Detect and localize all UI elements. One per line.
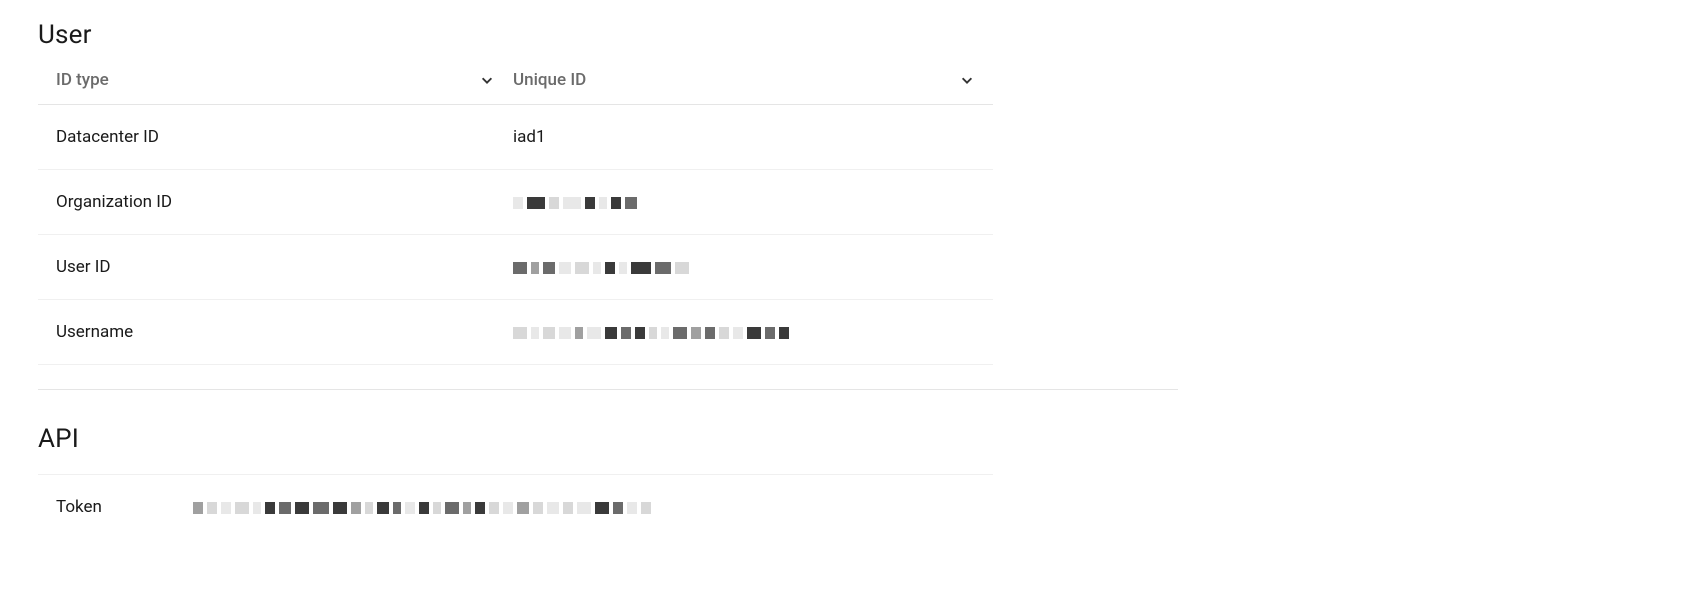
api-row-value-redacted xyxy=(193,497,993,517)
api-row-label: Token xyxy=(38,497,193,517)
row-value-redacted xyxy=(513,322,993,342)
api-row: Token xyxy=(38,474,993,539)
user-section-title: User xyxy=(38,20,1661,50)
table-row: User ID xyxy=(38,235,993,300)
api-section: API Token xyxy=(38,424,1661,539)
header-unique-id[interactable]: Unique ID xyxy=(513,70,993,90)
row-label: Organization ID xyxy=(38,192,513,212)
table-row: Datacenter ID iad1 xyxy=(38,105,993,170)
section-divider xyxy=(38,389,1178,390)
redacted-value xyxy=(193,502,651,514)
row-label: Username xyxy=(38,322,513,342)
user-table-header: ID type Unique ID xyxy=(38,70,993,105)
row-value-redacted xyxy=(513,192,993,212)
row-label: User ID xyxy=(38,257,513,277)
row-value-redacted xyxy=(513,257,993,277)
chevron-down-icon xyxy=(959,72,975,88)
redacted-value xyxy=(513,197,637,209)
api-section-title: API xyxy=(38,424,1661,454)
redacted-value xyxy=(513,327,789,339)
row-label: Datacenter ID xyxy=(38,127,513,147)
redacted-value xyxy=(513,262,689,274)
header-id-type-label: ID type xyxy=(56,70,109,90)
table-row: Organization ID xyxy=(38,170,993,235)
header-id-type[interactable]: ID type xyxy=(38,70,513,90)
chevron-down-icon xyxy=(479,72,495,88)
user-table: ID type Unique ID Datacenter ID iad1 Org… xyxy=(38,70,993,365)
row-value: iad1 xyxy=(513,127,993,147)
header-unique-id-label: Unique ID xyxy=(513,70,586,90)
user-section: User ID type Unique ID Datacenter ID iad… xyxy=(38,20,1661,365)
table-row: Username xyxy=(38,300,993,365)
